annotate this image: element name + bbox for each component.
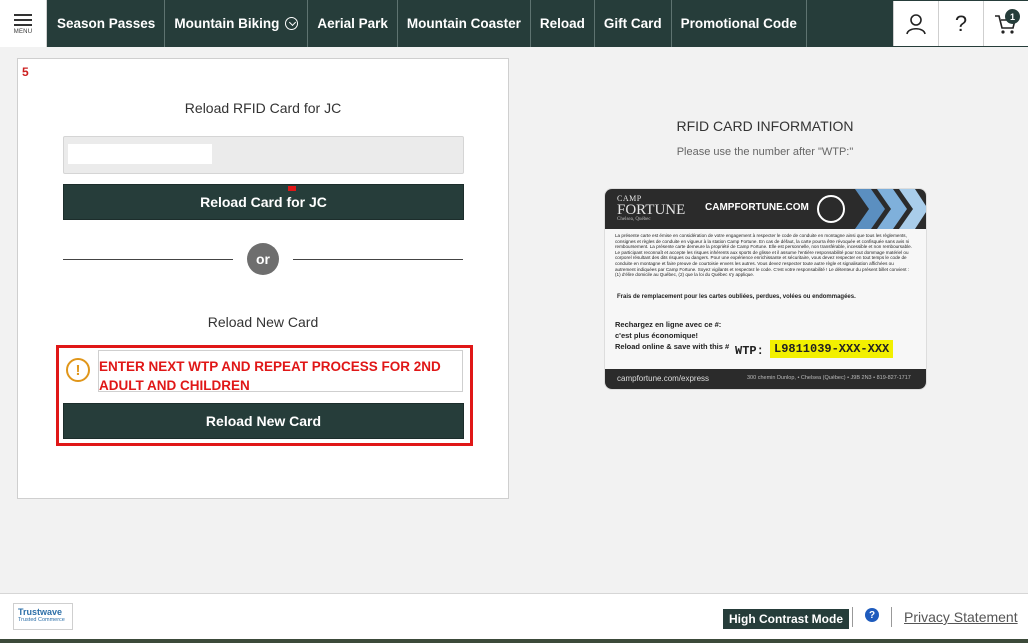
chevron-decoration-icon [855, 189, 926, 229]
user-icon [906, 13, 926, 34]
divider-right [293, 259, 463, 260]
page-footer: Trustwave Trusted Commerce High Contrast… [0, 593, 1028, 639]
skier-emblem-icon [817, 195, 845, 223]
nav-items: Season Passes Mountain Biking Aerial Par… [47, 0, 807, 47]
rfid-info-title: RFID CARD INFORMATION [676, 118, 854, 134]
card-website: CAMPFORTUNE.COM [705, 202, 809, 213]
hamburger-icon [14, 13, 32, 16]
wtp-number: L9811039-XXX-XXX [770, 340, 894, 358]
warning-icon: ! [66, 358, 90, 382]
card-footer-url: campfortune.com/express [617, 374, 710, 383]
top-nav: MENU Season Passes Mountain Biking Aeria… [0, 0, 1028, 47]
new-card-title: Reload New Card [207, 314, 319, 330]
reload-card-title: Reload RFID Card for JC [184, 100, 342, 116]
menu-button[interactable]: MENU [0, 0, 47, 47]
reload-new-card-button[interactable]: Reload New Card [63, 403, 464, 439]
menu-label: MENU [13, 29, 33, 35]
help-button[interactable]: ? [938, 1, 983, 46]
high-contrast-button[interactable]: High Contrast Mode [723, 609, 849, 629]
background-strip [0, 639, 1028, 643]
footer-divider [891, 607, 892, 627]
divider-left [63, 259, 233, 260]
reload-panel: 5 Reload RFID Card for JC Reload Card fo… [17, 58, 509, 499]
step-number: 5 [22, 65, 29, 79]
footer-divider [852, 607, 853, 627]
nav-item-promotional-code[interactable]: Promotional Code [672, 0, 807, 47]
account-button[interactable] [893, 1, 938, 46]
cart-button[interactable]: 1 [983, 1, 1028, 46]
card-header: CAMP FORTUNE Chelsea, Québec CAMPFORTUNE… [605, 189, 926, 229]
or-separator: or [247, 243, 279, 275]
card-reload-text: Rechargez en ligne avec ce #: c'est plus… [615, 320, 730, 351]
nav-item-gift-card[interactable]: Gift Card [595, 0, 672, 47]
nav-item-aerial-park[interactable]: Aerial Park [308, 0, 398, 47]
card-replacement-note: Frais de remplacement pour les cartes ou… [617, 294, 856, 300]
header-actions: ? 1 [893, 0, 1028, 47]
instruction-note: ENTER NEXT WTP AND REPEAT PROCESS FOR 2N… [99, 359, 441, 393]
nav-item-reload[interactable]: Reload [531, 0, 595, 47]
card-footer-address: 300 chemin Dunlop, • Chelsea (Québec) • … [747, 375, 911, 381]
card-fine-print: La présente carte est émise en considéra… [615, 233, 912, 278]
privacy-statement-link[interactable]: Privacy Statement [904, 609, 1018, 625]
nav-item-season-passes[interactable]: Season Passes [47, 0, 166, 47]
annotation-marker [288, 186, 296, 191]
rfid-card-field[interactable] [63, 136, 464, 174]
reload-card-button[interactable]: Reload Card for JC [63, 184, 464, 220]
cart-count-badge: 1 [1005, 9, 1020, 24]
chevron-down-icon [285, 17, 299, 30]
rfid-card-image: CAMP FORTUNE Chelsea, Québec CAMPFORTUNE… [604, 188, 927, 390]
nav-item-mountain-biking[interactable]: Mountain Biking [165, 0, 309, 47]
card-footer: campfortune.com/express 300 chemin Dunlo… [605, 369, 926, 389]
question-icon: ? [954, 10, 968, 36]
redacted-value [68, 144, 212, 164]
nav-item-mountain-coaster[interactable]: Mountain Coaster [398, 0, 531, 47]
rfid-info-subtitle: Please use the number after "WTP:" [676, 146, 854, 158]
camp-fortune-logo: CAMP FORTUNE Chelsea, Québec [617, 194, 686, 222]
help-icon[interactable]: ? [865, 608, 879, 622]
wtp-label: WTP: [735, 344, 764, 358]
trustwave-badge[interactable]: Trustwave Trusted Commerce [13, 603, 73, 630]
